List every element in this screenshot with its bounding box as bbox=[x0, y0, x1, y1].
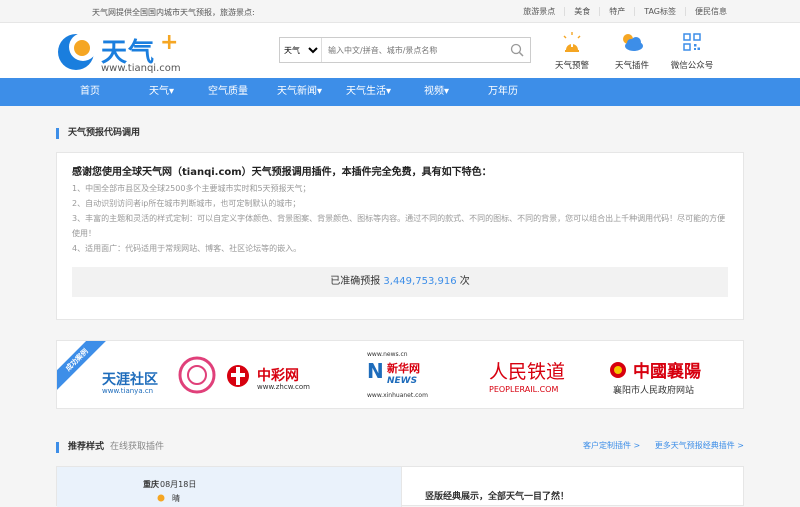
feature-item: 2、自动识别访问者ip所在城市判断城市，也可定制默认的城市； bbox=[72, 199, 301, 208]
partner-url: www.xinhuanet.com bbox=[367, 392, 428, 399]
nav-weather[interactable]: 天气▾ bbox=[149, 78, 174, 106]
partner-name: 人民铁道 bbox=[489, 361, 566, 383]
partner-name: 新华网 bbox=[387, 362, 420, 375]
section-subtitle: 在线获取插件 bbox=[110, 442, 165, 452]
stats-prefix: 已准确预报 bbox=[330, 276, 381, 287]
preview-panel: 重庆 08月18日 晴 竖版经典展示，全部天气一目了然！ bbox=[56, 466, 744, 507]
search-input[interactable] bbox=[326, 41, 510, 59]
header: 天气 + www.tianqi.com 天气 天气预警 bbox=[0, 23, 800, 78]
top-link-services[interactable]: 便民信息 bbox=[685, 7, 736, 16]
feature-item: 3、丰富的主题和灵活的样式定制：可以自定义字体颜色、背景图案、背景颜色、图标等内… bbox=[72, 214, 726, 238]
preview-city: 重庆 bbox=[143, 480, 159, 489]
preview-weather: 晴 bbox=[172, 494, 180, 503]
partner-tianya[interactable]: 天涯社区 www.tianya.cn bbox=[97, 341, 227, 408]
header-link-plugin[interactable]: 天气插件 bbox=[602, 31, 662, 71]
logo-plus: + bbox=[160, 30, 179, 55]
partner-zhcw[interactable]: 中彩网 www.zhcw.com bbox=[225, 341, 335, 408]
features-panel: 感谢您使用全球天气网（tianqi.com）天气预报调用插件，本插件完全免费，具… bbox=[56, 152, 744, 320]
government-emblem-icon bbox=[610, 362, 626, 378]
sunny-icon bbox=[157, 494, 165, 502]
header-icon-label: 微信公众号 bbox=[670, 61, 714, 71]
forecast-stats: 已准确预报 3,449,753,916 次 bbox=[72, 267, 728, 297]
header-icons: 天气预警 天气插件 微信公众号 bbox=[542, 31, 722, 71]
partners-panel: 成功案例 天涯社区 www.tianya.cn 中彩网 www.zhcw.com… bbox=[56, 340, 744, 409]
partner-url: www.zhcw.com bbox=[257, 383, 310, 391]
weather-plugin-icon bbox=[623, 34, 643, 51]
stats-suffix: 次 bbox=[459, 276, 470, 287]
main-nav: 首页 天气▾ 空气质量 天气新闻▾ 天气生活▾ 视频▾ 万年历 bbox=[0, 78, 800, 106]
site-logo[interactable]: 天气 + www.tianqi.com bbox=[55, 30, 185, 74]
xinhua-n-mark: N bbox=[367, 359, 384, 383]
search-type-select[interactable]: 天气 bbox=[280, 38, 322, 62]
site-slogan: 天气网提供全国国内城市天气预报，旅游景点: bbox=[92, 8, 255, 17]
top-link-specialty[interactable]: 特产 bbox=[599, 7, 634, 16]
preview-description: 竖版经典展示，全部天气一目了然！ bbox=[425, 492, 570, 502]
feature-item: 4、适用面广：代码适用于常规网站、博客、社区论坛等的嵌入。 bbox=[72, 244, 302, 253]
header-icon-label: 天气插件 bbox=[614, 61, 649, 71]
tianya-logo-icon bbox=[178, 356, 216, 394]
header-link-wechat[interactable]: 微信公众号 bbox=[662, 31, 722, 71]
section-title-recommend: 推荐样式 在线获取插件 bbox=[56, 442, 164, 453]
partner-url: 襄阳市人民政府网站 bbox=[613, 386, 695, 396]
recommend-links: 客户定制插件 > 更多天气预报经典插件 > bbox=[571, 440, 744, 451]
top-link-tags[interactable]: TAG标签 bbox=[634, 7, 685, 16]
search-icon[interactable] bbox=[510, 43, 524, 57]
nav-calendar[interactable]: 万年历 bbox=[488, 78, 518, 106]
header-link-warning[interactable]: 天气预警 bbox=[542, 31, 602, 71]
partner-xinhua[interactable]: www.news.cn N 新华网 NEWS www.xinhuanet.com bbox=[365, 341, 445, 408]
partner-name: 天涯社区 bbox=[102, 372, 158, 388]
zhcw-logo-icon bbox=[227, 365, 249, 387]
more-plugins-link[interactable]: 更多天气预报经典插件 > bbox=[655, 441, 744, 450]
top-bar: 天气网提供全国国内城市天气预报，旅游景点: 旅游景点 美食 特产 TAG标签 便… bbox=[0, 0, 800, 23]
header-icon-label: 天气预警 bbox=[554, 61, 589, 71]
custom-plugin-link[interactable]: 客户定制插件 > bbox=[583, 441, 640, 450]
logo-url: www.tianqi.com bbox=[101, 63, 181, 74]
partner-top-url: www.news.cn bbox=[367, 351, 408, 358]
feature-item: 1、中国全部市县区及全球2500多个主要城市实时和5天预报天气； bbox=[72, 184, 311, 193]
top-link-travel[interactable]: 旅游景点 bbox=[514, 7, 564, 16]
features-headline: 感谢您使用全球天气网（tianqi.com）天气预报调用插件，本插件完全免费，具… bbox=[72, 167, 492, 178]
search-box: 天气 bbox=[279, 37, 531, 63]
partner-xiangyang[interactable]: 中國襄陽 襄阳市人民政府网站 bbox=[609, 341, 719, 408]
nav-weather-news[interactable]: 天气新闻▾ bbox=[277, 78, 322, 106]
top-links: 旅游景点 美食 特产 TAG标签 便民信息 bbox=[514, 7, 736, 16]
nav-home[interactable]: 首页 bbox=[80, 78, 100, 106]
nav-air-quality[interactable]: 空气质量 bbox=[208, 78, 248, 106]
nav-video[interactable]: 视频▾ bbox=[424, 78, 449, 106]
section-title-text: 天气预报代码调用 bbox=[68, 128, 141, 138]
partner-name: 中彩网 bbox=[257, 368, 299, 384]
qrcode-icon bbox=[683, 33, 701, 51]
partner-peoplerail[interactable]: 人民铁道 PEOPLERAIL.COM bbox=[487, 341, 577, 408]
preview-widget[interactable]: 重庆 08月18日 晴 bbox=[57, 467, 402, 507]
partner-url: PEOPLERAIL.COM bbox=[489, 385, 559, 394]
top-link-food[interactable]: 美食 bbox=[564, 7, 599, 16]
partner-name: 中國襄陽 bbox=[633, 362, 701, 382]
section-title-code: 天气预报代码调用 bbox=[56, 128, 140, 139]
xinhua-news-mark: NEWS bbox=[387, 376, 418, 386]
partner-url: www.tianya.cn bbox=[102, 387, 154, 395]
warning-icon bbox=[563, 32, 581, 52]
stats-count: 3,449,753,916 bbox=[383, 276, 457, 287]
preview-date: 08月18日 bbox=[160, 480, 197, 489]
nav-weather-life[interactable]: 天气生活▾ bbox=[346, 78, 391, 106]
moon-sun-logo-icon bbox=[58, 33, 97, 70]
section-title-text: 推荐样式 bbox=[68, 442, 105, 452]
